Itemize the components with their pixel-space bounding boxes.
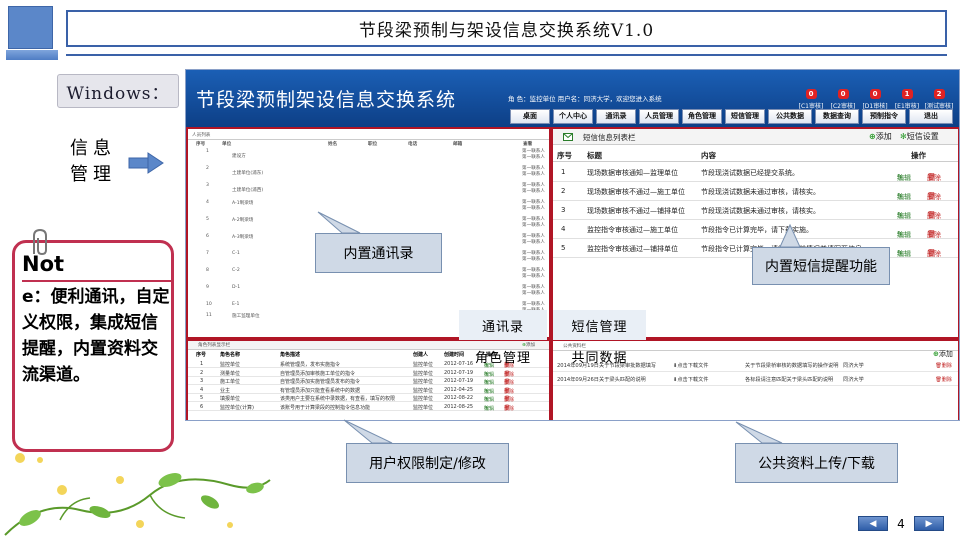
pager: ◀ 4 ▶: [858, 516, 944, 531]
prev-slide-button[interactable]: ◀: [858, 516, 888, 531]
triangle-left-icon: ◀: [869, 518, 877, 529]
slide: 节段梁预制与架设信息交换系统V1.0 Windows： 信息 管理 Not e：…: [0, 0, 960, 540]
callout-public: 公共资料上传/下载: [735, 443, 898, 483]
callout-sms: 内置短信提醒功能: [752, 247, 890, 285]
page-number: 4: [897, 516, 905, 531]
callout-contacts: 内置通讯录: [315, 233, 442, 273]
callout-roles: 用户权限制定/修改: [346, 443, 509, 483]
vine-decoration: [4, 453, 271, 536]
triangle-right-icon: ▶: [925, 518, 933, 529]
next-slide-button[interactable]: ▶: [914, 516, 944, 531]
